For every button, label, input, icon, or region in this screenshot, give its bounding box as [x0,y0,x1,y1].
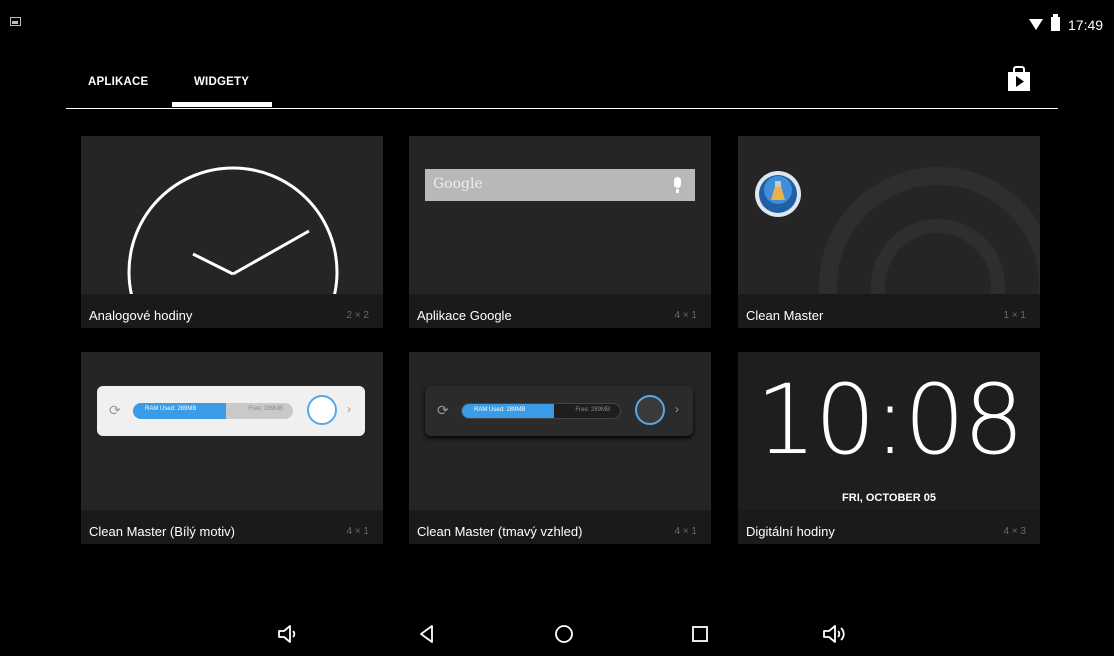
status-bar: 17:49 [0,0,1114,42]
widget-size: 4 × 3 [1003,526,1026,537]
digital-clock-time: 10:08 [755,364,1025,476]
widget-size: 4 × 1 [346,526,369,537]
chevron-right-icon: › [347,402,351,416]
widget-preview: 10:08 FRI, OCTOBER 05 [738,352,1040,510]
widget-name: Aplikace Google [417,308,512,323]
ram-used-text: RAM Used: 289MB [145,406,197,412]
digital-clock-date: FRI, OCTOBER 05 [842,492,936,504]
widget-card-clean-master-white[interactable]: ⟳ RAM Used: 289MB Free: 289MB › Clean Ma… [81,352,383,544]
widget-size: 4 × 1 [674,310,697,321]
widget-preview [738,136,1040,294]
widget-card-clean-master[interactable]: Clean Master 1 × 1 [738,136,1040,328]
tab-divider [66,108,1058,109]
ram-used-text: RAM Used: 289MB [474,407,526,413]
battery-icon [1051,14,1060,31]
broom-icon [307,395,337,425]
wifi-icon [1029,19,1043,30]
microphone-icon [674,177,681,193]
widget-name: Clean Master (Bílý motiv) [89,524,235,539]
ram-bar: RAM Used: 289MB Free: 289MB [133,403,293,419]
widget-preview: ⟳ RAM Used: 289MB Free: 289MB › [409,352,711,510]
tab-widgety[interactable]: WIDGETY [194,76,249,88]
ram-bar: RAM Used: 289MB Free: 289MB [461,403,621,419]
widget-card-analog-clock[interactable]: Analogové hodiny 2 × 2 [81,136,383,328]
status-time: 17:49 [1068,17,1104,33]
google-search-bar: Google [425,169,695,201]
image-notification-icon [10,17,21,26]
navigation-bar [0,610,1114,656]
ram-free-text: Free: 289MB [575,407,610,413]
clean-master-dark-widget: ⟳ RAM Used: 289MB Free: 289MB › [425,386,693,436]
widget-card-digital-clock[interactable]: 10:08 FRI, OCTOBER 05 Digitální hodiny 4… [738,352,1040,544]
refresh-icon: ⟳ [437,402,449,418]
tab-bar: APLIKACE WIDGETY [66,60,1058,112]
widget-size: 4 × 1 [674,526,697,537]
play-store-icon[interactable] [1006,66,1032,92]
widget-preview [81,136,383,294]
widget-size: 2 × 2 [346,310,369,321]
widget-size: 1 × 1 [1003,310,1026,321]
clean-master-icon [755,171,801,217]
widget-preview: ⟳ RAM Used: 289MB Free: 289MB › [81,352,383,510]
recents-icon[interactable] [688,622,712,646]
widget-card-google-app[interactable]: Google Aplikace Google 4 × 1 [409,136,711,328]
chevron-right-icon: › [675,402,679,416]
volume-up-icon[interactable] [822,622,846,646]
widget-name: Analogové hodiny [89,308,193,323]
widget-card-clean-master-dark[interactable]: ⟳ RAM Used: 289MB Free: 289MB › Clean Ma… [409,352,711,544]
widget-name: Clean Master (tmavý vzhled) [417,524,583,539]
google-logo-text: Google [433,176,483,192]
tab-aplikace[interactable]: APLIKACE [88,76,148,88]
home-icon[interactable] [552,622,576,646]
analog-clock-icon [127,166,339,294]
active-tab-indicator [172,102,272,107]
volume-down-icon[interactable] [276,622,300,646]
widget-name: Digitální hodiny [746,524,835,539]
widget-name: Clean Master [746,308,824,323]
refresh-icon: ⟳ [109,402,121,418]
back-icon[interactable] [416,622,440,646]
widget-preview: Google [409,136,711,294]
clean-master-white-widget: ⟳ RAM Used: 289MB Free: 289MB › [97,386,365,436]
ram-free-text: Free: 289MB [248,406,283,412]
broom-icon [635,395,665,425]
